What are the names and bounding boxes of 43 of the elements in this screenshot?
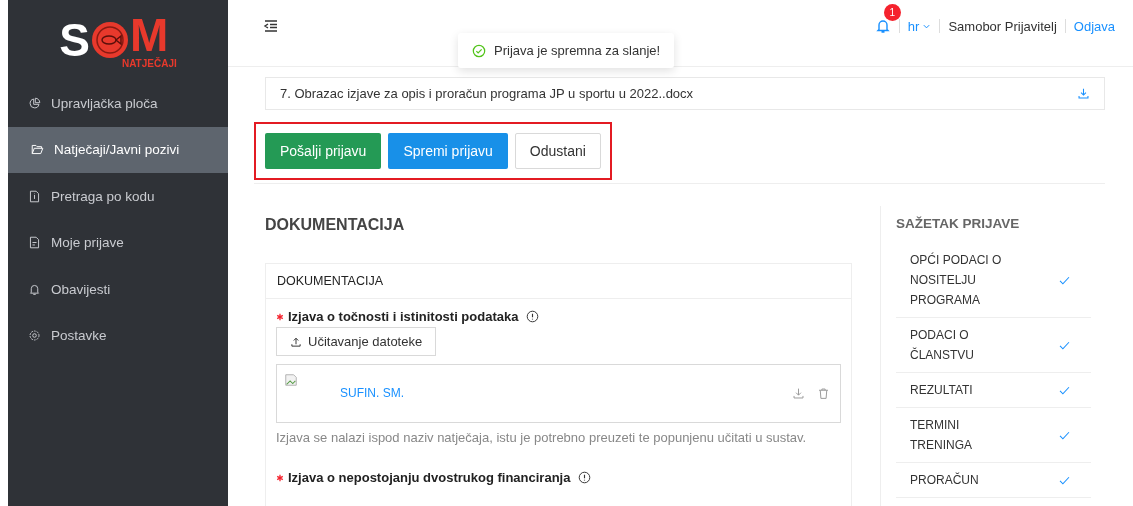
help-text: Izjava se nalazi ispod naziv natječaja, istu je potrebno preuzeti te popunjenu učitati u sustav. xyxy=(276,429,808,447)
document-icon xyxy=(28,236,41,250)
download-icon[interactable] xyxy=(1077,87,1090,100)
field-label: Izjava o nepostojanju dvostrukog financiranja xyxy=(288,470,571,485)
card-title: DOKUMENTACIJA xyxy=(266,264,851,299)
check-circle-icon xyxy=(472,43,486,58)
collapse-menu-icon[interactable] xyxy=(263,18,279,34)
download-icon[interactable] xyxy=(792,387,805,400)
section-title: DOKUMENTACIJA xyxy=(265,216,406,234)
info-icon[interactable] xyxy=(526,310,540,323)
upload-icon xyxy=(290,335,302,348)
sidebar-item[interactable]: Upravljačka ploča xyxy=(8,80,228,127)
notification-bell-icon[interactable] xyxy=(874,18,891,34)
upload-button[interactable]: Učitavanje datoteke xyxy=(276,327,437,356)
attachment-name: 7. Obrazac izjave za opis i proračun programa JP u sportu u 2022..docx xyxy=(280,86,694,101)
logo-letter: S xyxy=(59,17,90,63)
info-icon[interactable] xyxy=(578,471,592,484)
file-icon xyxy=(28,189,41,203)
field-label: Izjava o točnosti i istinitosti podataka xyxy=(288,309,519,324)
sidebar-item[interactable]: Moje prijave xyxy=(8,219,228,266)
sidebar-item[interactable]: Postavke xyxy=(8,312,228,359)
broken-image-icon xyxy=(284,373,298,387)
summary-item[interactable]: REZULTATI xyxy=(910,380,1015,400)
notification-count: 1 xyxy=(883,4,901,21)
pie-chart-icon xyxy=(28,96,41,110)
trash-icon[interactable] xyxy=(817,387,830,400)
summary-title: SAŽETAK PRIJAVE xyxy=(896,216,1021,231)
sidebar-item[interactable]: Pretraga po kodu xyxy=(8,173,228,220)
action-button[interactable]: Pošalji prijavu xyxy=(265,133,382,169)
sidebar-item[interactable]: Natječaji/Javni pozivi xyxy=(8,126,228,173)
toast-message: Prijava je spremna za slanje! xyxy=(494,43,661,58)
logo-letter: M xyxy=(129,11,169,58)
summary-item[interactable]: OPĆI PODACI O NOSITELJU PROGRAMA xyxy=(910,250,1015,310)
user-name: Samobor Prijavitelj xyxy=(948,18,1057,34)
summary-item[interactable]: PODACI O ČLANSTVU xyxy=(910,325,1015,365)
folder-icon xyxy=(31,143,44,157)
logo-subtitle: NATJEČAJI xyxy=(121,57,177,69)
bell-icon xyxy=(28,282,41,296)
summary-item[interactable]: TERMINI TRENINGA xyxy=(910,415,1015,455)
sidebar-item[interactable]: Obavijesti xyxy=(8,266,228,313)
action-button[interactable]: Odustani xyxy=(514,133,601,169)
summary-item[interactable]: PRORAČUN xyxy=(910,470,1015,490)
settings-icon xyxy=(28,329,41,343)
